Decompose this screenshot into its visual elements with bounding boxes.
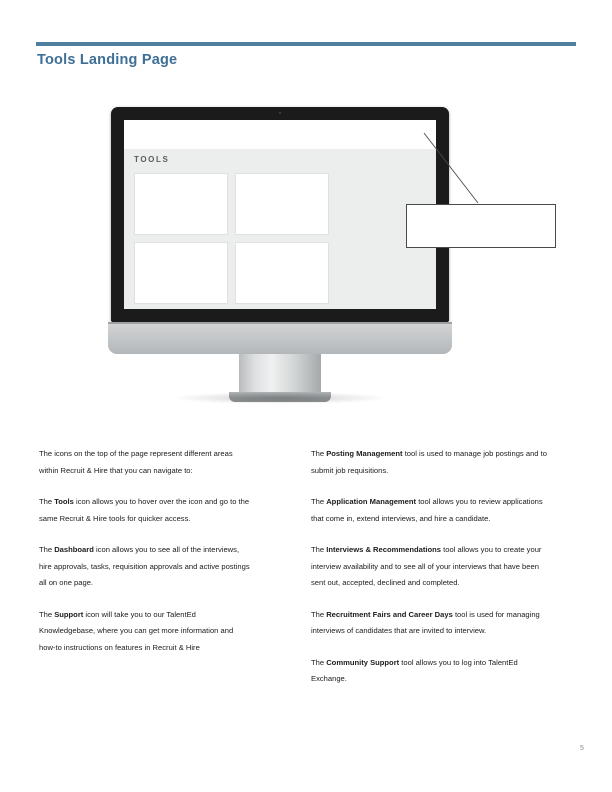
body-paragraph: The Interviews & Recommendations tool al… xyxy=(311,545,542,587)
body-column-left: The icons on the top of the page represe… xyxy=(39,446,251,671)
app-top-bar xyxy=(124,120,436,150)
monitor-chin xyxy=(108,322,452,354)
monitor-stand xyxy=(229,354,331,402)
callout-nav-detail xyxy=(406,204,556,248)
body-paragraph: The Posting Management tool is used to m… xyxy=(311,449,547,475)
body-paragraph: The Application Management tool allows y… xyxy=(311,497,543,523)
monitor-bezel: TOOLS xyxy=(111,107,449,322)
monitor-base-shadow xyxy=(174,392,386,404)
body-paragraph: The Recruitment Fairs and Career Days to… xyxy=(311,609,540,636)
monitor-screen: TOOLS xyxy=(124,120,436,309)
tool-tile-grid xyxy=(134,173,426,309)
header-accent-rule xyxy=(36,42,576,46)
tool-tile[interactable] xyxy=(235,173,329,235)
body-paragraph: The Tools icon allows you to hover over … xyxy=(39,497,250,523)
body-column-right: The Posting Management tool is used to m… xyxy=(311,446,554,703)
app-section-heading: TOOLS xyxy=(134,155,170,164)
tool-tile[interactable] xyxy=(134,173,228,235)
body-paragraph: The icons on the top of the page represe… xyxy=(39,449,233,475)
tool-tile[interactable] xyxy=(235,242,329,304)
body-paragraph: The Community Support tool allows you to… xyxy=(311,657,518,684)
page-title: Tools Landing Page xyxy=(37,52,178,68)
body-paragraph: The Dashboard icon allows you to see all… xyxy=(39,545,250,587)
app-content-area: TOOLS xyxy=(124,149,436,309)
tool-tile[interactable] xyxy=(134,242,228,304)
page-number: 5 xyxy=(580,745,584,752)
body-paragraph: The Support icon will take you to our Ta… xyxy=(39,609,234,652)
